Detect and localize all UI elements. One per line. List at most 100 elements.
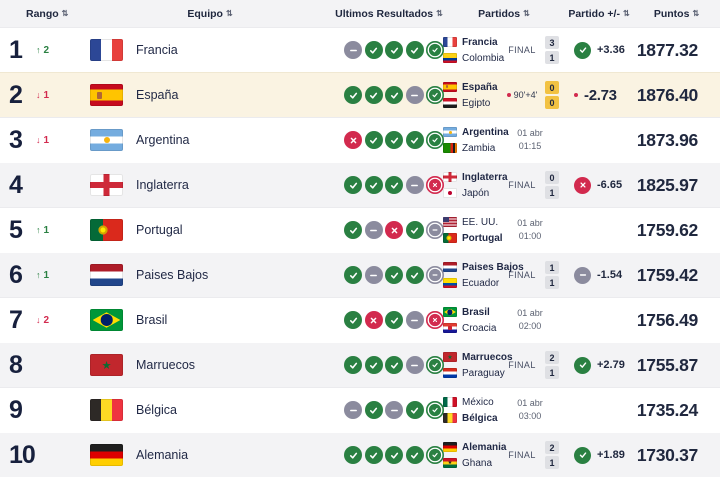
result-win-icon — [385, 41, 403, 59]
final-label: FINAL — [508, 270, 536, 280]
rank-number: 1 — [9, 36, 30, 65]
movement-amount: 1 — [44, 135, 50, 146]
rank-cell: 4 — [0, 171, 85, 200]
ranking-table: Rango ⇅ Equipo ⇅ Ultimos Resultados ⇅ Pa… — [0, 0, 720, 481]
table-row[interactable]: 7 ↓ 2 Brasil Brasil Croacia 01 abr — [0, 297, 720, 342]
rank-number: 7 — [9, 306, 30, 335]
score-box: 0 — [545, 81, 559, 94]
match-teams: EE. UU. Portugal — [443, 217, 501, 244]
match-cell[interactable]: España Egipto 90'+4' 00 — [443, 81, 565, 109]
away-team-name: Ecuador — [462, 278, 499, 289]
delta-win-icon — [574, 447, 591, 464]
table-row[interactable]: 5 ↑ 1 Portugal EE. UU. Portugal 01 — [0, 207, 720, 252]
rank-cell: 3 ↓ 1 — [0, 126, 85, 155]
rank-number: 6 — [9, 261, 30, 290]
team-cell[interactable]: Inglaterra — [85, 174, 335, 196]
match-delta-cell: -1.54 — [565, 267, 633, 284]
points-value: 1759.42 — [633, 265, 720, 286]
column-header-rango[interactable]: Rango ⇅ — [0, 8, 85, 20]
result-win-icon — [406, 131, 424, 149]
points-value: 1756.49 — [633, 310, 720, 331]
result-win-icon — [365, 41, 383, 59]
result-win-icon — [385, 86, 403, 104]
match-away-team: Croacia — [443, 323, 501, 334]
column-header-equipo[interactable]: Equipo ⇅ — [85, 8, 335, 20]
table-row[interactable]: 9 Bélgica México Bélgica 01 abr03:00 — [0, 387, 720, 432]
match-cell[interactable]: Francia Colombia FINAL 31 — [443, 36, 565, 64]
match-teams: Marruecos Paraguay — [443, 352, 501, 379]
rank-number: 8 — [9, 351, 30, 380]
table-row[interactable]: 8 Marruecos Marruecos Paraguay FINAL 21 — [0, 342, 720, 387]
match-scores: 00 — [543, 81, 559, 109]
last-results — [335, 311, 443, 329]
delta-value: -1.54 — [597, 269, 622, 281]
match-cell[interactable]: Brasil Croacia 01 abr02:00 — [443, 307, 565, 334]
delta-value: +1.89 — [597, 449, 625, 461]
table-row[interactable]: 3 ↓ 1 Argentina Argentina Zambia 0 — [0, 117, 720, 162]
column-label: Rango — [26, 8, 59, 20]
column-header-ultimos-resultados[interactable]: Ultimos Resultados ⇅ — [335, 8, 443, 20]
home-flag-icon — [443, 442, 457, 452]
result-win-icon — [406, 401, 424, 419]
team-cell[interactable]: Argentina — [85, 129, 335, 151]
last-results — [335, 266, 443, 284]
column-label: Puntos — [654, 8, 690, 20]
team-cell[interactable]: Portugal — [85, 219, 335, 241]
result-draw-icon — [344, 401, 362, 419]
table-row[interactable]: 1 ↑ 2 Francia Francia Colombia FIN — [0, 27, 720, 72]
points-value: 1759.62 — [633, 220, 720, 241]
match-status: FINAL — [501, 180, 543, 190]
match-cell[interactable]: EE. UU. Portugal 01 abr01:00 — [443, 217, 565, 244]
last-results — [335, 176, 443, 194]
match-cell[interactable]: Argentina Zambia 01 abr01:15 — [443, 127, 565, 154]
team-cell[interactable]: Brasil — [85, 309, 335, 331]
column-header-partido-delta[interactable]: Partido +/- ⇅ — [565, 8, 633, 20]
rank-movement: ↓ 1 — [36, 135, 49, 146]
rank-movement: ↑ 2 — [36, 45, 49, 56]
match-home-team: Marruecos — [443, 352, 501, 363]
delta-loss-icon — [574, 177, 591, 194]
match-status: 01 abr01:15 — [501, 127, 559, 153]
score-box: 1 — [545, 456, 559, 469]
team-cell[interactable]: Paises Bajos — [85, 264, 335, 286]
column-header-partidos[interactable]: Partidos ⇅ — [443, 8, 565, 20]
team-cell[interactable]: Alemania — [85, 444, 335, 466]
home-team-name: Brasil — [462, 307, 490, 318]
sort-icon: ⇅ — [523, 10, 530, 18]
match-cell[interactable]: Paises Bajos Ecuador FINAL 11 — [443, 261, 565, 289]
table-row[interactable]: 6 ↑ 1 Paises Bajos Paises Bajos Ecuador — [0, 252, 720, 297]
table-row[interactable]: 4 Inglaterra Inglaterra Japón FINAL 01 — [0, 162, 720, 207]
match-cell[interactable]: Marruecos Paraguay FINAL 21 — [443, 351, 565, 379]
score-box: 1 — [545, 366, 559, 379]
home-flag-icon — [443, 262, 457, 272]
team-name: Argentina — [136, 133, 190, 147]
home-team-name: Alemania — [462, 442, 506, 453]
result-win-icon — [344, 356, 362, 374]
table-row[interactable]: 2 ↓ 1 España España Egipto 90'+4' — [0, 72, 720, 117]
team-flag-icon — [90, 219, 123, 241]
away-team-name: Paraguay — [462, 368, 505, 379]
team-cell[interactable]: Marruecos — [85, 354, 335, 376]
match-teams: México Bélgica — [443, 397, 501, 424]
team-cell[interactable]: Bélgica — [85, 399, 335, 421]
team-cell[interactable]: Francia — [85, 39, 335, 61]
last-results — [335, 446, 443, 464]
result-win-icon — [385, 131, 403, 149]
team-cell[interactable]: España — [85, 84, 335, 106]
column-header-puntos[interactable]: Puntos ⇅ — [633, 8, 720, 20]
match-cell[interactable]: México Bélgica 01 abr03:00 — [443, 397, 565, 424]
result-win-icon — [344, 221, 362, 239]
match-cell[interactable]: Inglaterra Japón FINAL 01 — [443, 171, 565, 199]
column-label: Equipo — [187, 8, 223, 20]
sort-icon: ⇅ — [623, 10, 630, 18]
match-teams: Inglaterra Japón — [443, 172, 501, 199]
final-label: FINAL — [508, 360, 536, 370]
score-box: 0 — [545, 171, 559, 184]
match-away-team: Japón — [443, 188, 501, 199]
away-team-name: Croacia — [462, 323, 496, 334]
movement-up-icon: ↑ — [36, 270, 41, 280]
delta-value: +3.36 — [597, 44, 625, 56]
match-cell[interactable]: Alemania Ghana FINAL 21 — [443, 441, 565, 469]
score-box: 1 — [545, 276, 559, 289]
table-row[interactable]: 10 Alemania Alemania Ghana FINAL 21 — [0, 432, 720, 477]
